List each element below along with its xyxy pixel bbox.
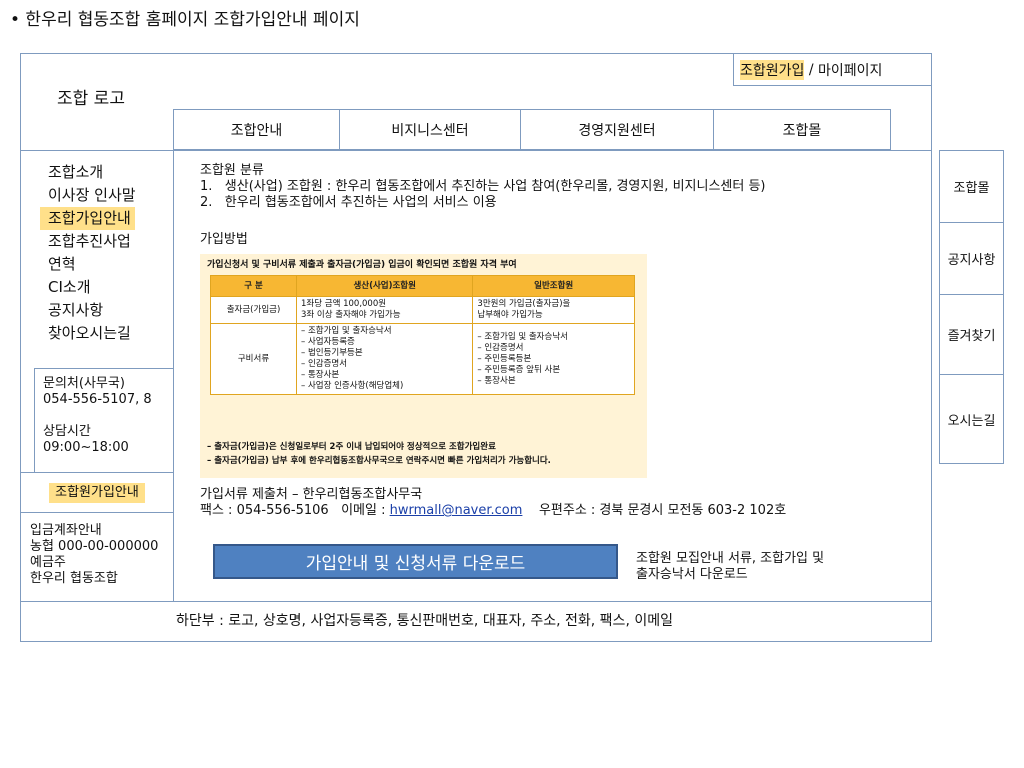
join-guide-box: 조합원가입안내 [20, 472, 174, 513]
docs-general-line-5: – 통장사본 [477, 375, 516, 386]
method-title: 가입방법 [200, 232, 248, 247]
docs-production-line-2: – 사업자등록증 [301, 337, 355, 347]
sidebar-divider [173, 150, 174, 602]
sidebar-item-greeting[interactable]: 이사장 인사말 [40, 184, 170, 207]
table-note-2: – 출자금(가입금) 납부 후에 한우리협동조합사무국으로 연락주시면 빠른 가… [207, 456, 551, 466]
docs-general-line-3: – 주민등록등본 [477, 353, 532, 364]
right-menu-bookmark[interactable]: 즐겨찾기 [939, 294, 1004, 375]
sidebar-item-projects[interactable]: 조합추진사업 [40, 230, 170, 253]
classification-title: 조합원 분류 [200, 163, 264, 178]
nav-tab-mall[interactable]: 조합몰 [713, 109, 891, 150]
download-desc-line-1: 조합원 모집안내 서류, 조합가입 및 [636, 551, 825, 566]
docs-production-line-4: – 인감증명서 [301, 359, 348, 369]
docs-production-line-6: – 사업장 인증사항(해당업체) [301, 381, 404, 391]
nav-tab-about[interactable]: 조합안내 [173, 109, 340, 150]
docs-general-line-2: – 인감증명서 [477, 342, 524, 353]
nav-tab-business-center[interactable]: 비지니스센터 [339, 109, 521, 150]
download-desc-line-2: 출자승낙서 다운로드 [636, 567, 748, 582]
email-label: 이메일 : [341, 503, 390, 518]
header-divider [20, 150, 932, 151]
submission-info: 가입서류 제출처 – 한우리협동조합사무국 팩스 : 054-556-5106 … [200, 487, 786, 519]
join-member-link[interactable]: 조합원가입 [740, 59, 805, 80]
fee-general-line-2: 납부해야 가입가능 [477, 310, 543, 320]
table-header-category: 구 분 [210, 275, 297, 297]
sidebar-item-ci[interactable]: CI소개 [40, 276, 170, 299]
table-header-general: 일반조합원 [472, 275, 635, 297]
account-number: 농협 000-00-000000 [30, 539, 159, 554]
table-cell-docs-production: – 조합가입 및 출자승낙서 – 사업자등록증 – 법인등기부등본 – 인감증명… [295, 323, 474, 395]
hours-label: 상담시간 [43, 424, 91, 439]
contact-phone: 054-556-5107, 8 [43, 392, 152, 407]
contact-label: 문의처(사무국) [43, 376, 125, 391]
contact-box: 문의처(사무국) 054-556-5107, 8 상담시간 09:00~18:0… [43, 376, 152, 456]
right-sidebar: 조합몰 공지사항 즐겨찾기 오시는길 [939, 150, 1004, 465]
table-note-1: – 출자금(가입금)은 신청일로부터 2주 이내 납입되어야 정상적으로 조합가… [207, 442, 496, 452]
docs-general-line-1: – 조합가입 및 출자승낙서 [477, 331, 568, 342]
account-holder-label: 예금주 [30, 555, 66, 570]
site-logo[interactable]: 조합 로고 [57, 84, 125, 109]
docs-general-line-4: – 주민등록증 앞뒤 사본 [477, 364, 561, 375]
table-caption: 가입신청서 및 구비서류 제출과 출자금(가입금) 입금이 확인되면 조합원 자… [207, 260, 517, 270]
account-box: 입금계좌안내 농협 000-00-000000 예금주 한우리 협동조합 [30, 523, 158, 587]
table-row-fee: 출자금(가입금) 1좌당 금액 100,000원 3좌 이상 출자해야 가입가능… [210, 296, 635, 324]
join-method-table: 구 분 생산(사업)조합원 일반조합원 출자금(가입금) 1좌당 금액 100,… [210, 275, 635, 395]
fax-number: 팩스 : 054-556-5106 [200, 503, 329, 518]
download-description: 조합원 모집안내 서류, 조합가입 및 출자승낙서 다운로드 [636, 551, 824, 583]
sidebar-item-directions[interactable]: 찾아오시는길 [40, 322, 170, 345]
submission-line-2: 팩스 : 054-556-5106 이메일 : hwrmall@naver.co… [200, 503, 786, 519]
contact-box-left-border [34, 368, 35, 472]
sidebar-item-notice[interactable]: 공지사항 [40, 299, 170, 322]
right-menu-notice[interactable]: 공지사항 [939, 222, 1004, 295]
fee-general-line-1: 3만원의 가입금(출자금)을 [477, 299, 571, 309]
hours-value: 09:00~18:00 [43, 440, 129, 455]
sidebar-item-join-guide[interactable]: 조합가입안내 [40, 207, 170, 230]
table-cell-docs-general: – 조합가입 및 출자승낙서 – 인감증명서 – 주민등록등본 – 주민등록증 … [472, 323, 635, 395]
fee-production-line-2: 3좌 이상 출자해야 가입가능 [301, 310, 401, 320]
top-links: 조합원가입 / 마이페이지 [733, 53, 932, 86]
contact-box-top-border [34, 368, 174, 369]
footer-text: 하단부 : 로고, 상호명, 사업자등록증, 통신판매번호, 대표자, 주소, … [176, 613, 673, 629]
submission-line-1: 가입서류 제출처 – 한우리협동조합사무국 [200, 487, 423, 502]
download-button[interactable]: 가입안내 및 신청서류 다운로드 [213, 544, 618, 579]
table-cell-fee-category: 출자금(가입금) [210, 296, 297, 324]
join-method-table-image: 가입신청서 및 구비서류 제출과 출자금(가입금) 입금이 확인되면 조합원 자… [200, 254, 647, 478]
account-holder: 한우리 협동조합 [30, 571, 118, 586]
table-notes: – 출자금(가입금)은 신청일로부터 2주 이내 납입되어야 정상적으로 조합가… [207, 440, 551, 468]
account-title: 입금계좌안내 [30, 523, 102, 538]
table-row-documents: 구비서류 – 조합가입 및 출자승낙서 – 사업자등록증 – 법인등기부등본 –… [210, 323, 635, 395]
table-cell-docs-category: 구비서류 [210, 323, 297, 395]
docs-production-line-1: – 조합가입 및 출자승낙서 [301, 326, 392, 336]
sidebar-item-intro[interactable]: 조합소개 [40, 161, 170, 184]
table-header-production: 생산(사업)조합원 [295, 275, 474, 297]
join-guide-button[interactable]: 조합원가입안내 [49, 482, 145, 503]
sidebar-item-join-guide-label: 조합가입안내 [40, 207, 135, 230]
sidebar-menu: 조합소개 이사장 인사말 조합가입안내 조합추진사업 연혁 CI소개 공지사항 … [40, 161, 170, 345]
table-cell-fee-production: 1좌당 금액 100,000원 3좌 이상 출자해야 가입가능 [295, 296, 474, 324]
top-links-separator: / [804, 61, 819, 78]
email-link[interactable]: hwrmall@naver.com [390, 503, 523, 518]
right-menu-directions[interactable]: 오시는길 [939, 374, 1004, 464]
sidebar-item-history[interactable]: 연혁 [40, 253, 170, 276]
fee-production-line-1: 1좌당 금액 100,000원 [301, 299, 387, 309]
footer-divider [20, 601, 932, 602]
classification-section: 조합원 분류 1. 생산(사업) 조합원 : 한우리 협동조합에서 추진하는 사… [200, 163, 766, 211]
docs-production-line-3: – 법인등기부등본 [301, 348, 363, 358]
classification-item-1: 1. 생산(사업) 조합원 : 한우리 협동조합에서 추진하는 사업 참여(한우… [200, 179, 766, 194]
classification-item-2: 2. 한우리 협동조합에서 추진하는 사업의 서비스 이용 [200, 195, 497, 210]
mypage-link[interactable]: 마이페이지 [818, 60, 882, 80]
nav-tab-management-center[interactable]: 경영지원센터 [520, 109, 714, 150]
docs-production-line-5: – 통장사본 [301, 370, 340, 380]
table-cell-fee-general: 3만원의 가입금(출자금)을 납부해야 가입가능 [472, 296, 635, 324]
right-menu-mall[interactable]: 조합몰 [939, 150, 1004, 223]
page-title: • 한우리 협동조합 홈페이지 조합가입안내 페이지 [10, 10, 360, 30]
postal-address: 우편주소 : 경북 문경시 모전동 603-2 102호 [538, 503, 787, 518]
